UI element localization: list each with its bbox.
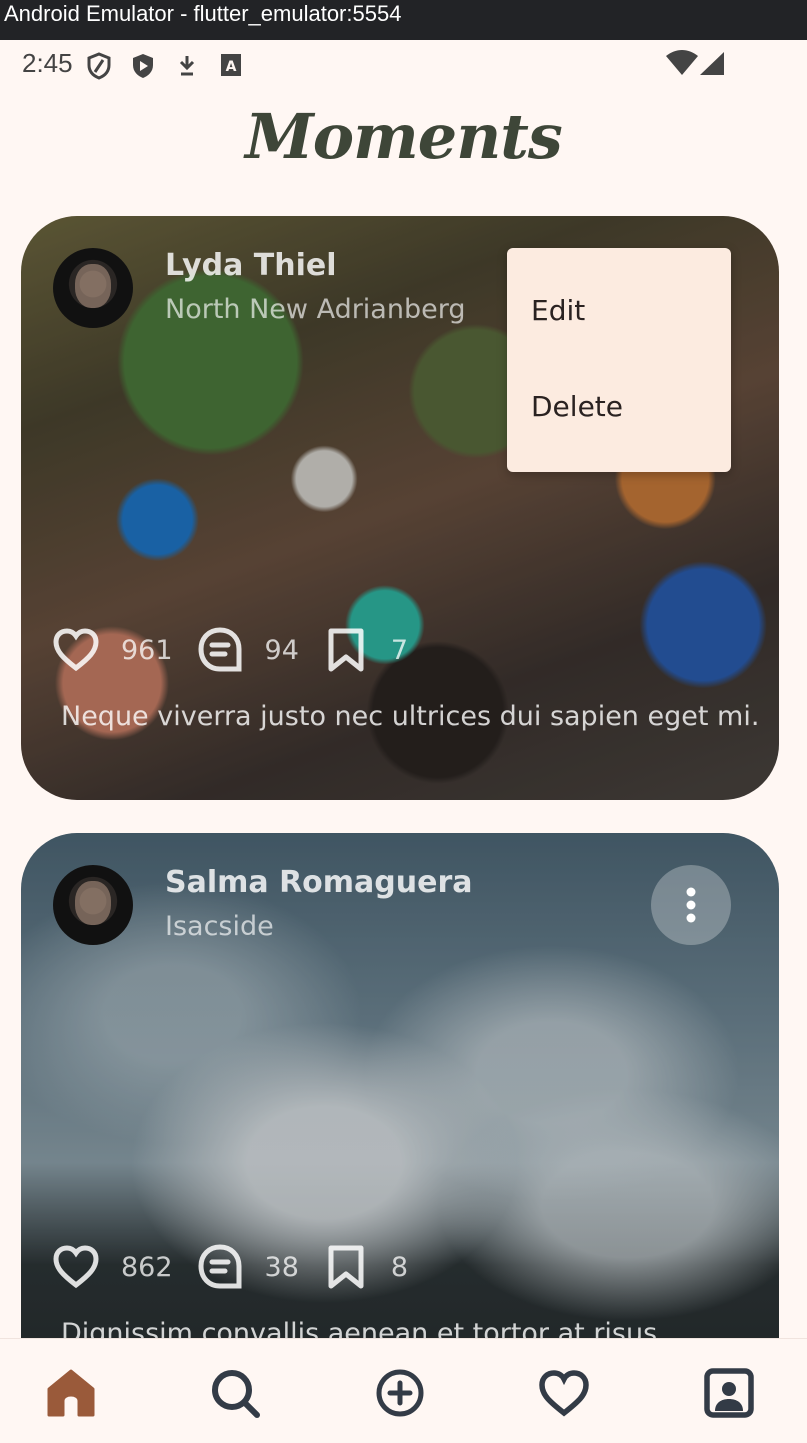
- download-icon: [179, 56, 195, 76]
- play-protect-icon: [133, 54, 153, 78]
- svg-text:A: A: [226, 59, 237, 75]
- window-title: Android Emulator - flutter_emulator:5554: [4, 1, 402, 26]
- avatar[interactable]: [53, 865, 133, 945]
- heart-icon[interactable]: [51, 625, 101, 675]
- search-icon[interactable]: [207, 1365, 263, 1421]
- shield-icon: [87, 52, 111, 80]
- home-icon[interactable]: [43, 1365, 99, 1421]
- app-title: Moments: [245, 100, 563, 173]
- post-options-menu: Edit Delete: [507, 248, 731, 472]
- more-options-button[interactable]: [651, 865, 731, 945]
- avatar[interactable]: [53, 248, 133, 328]
- like-count: 961: [121, 634, 173, 666]
- bookmark-icon[interactable]: [321, 625, 371, 675]
- post-stats: 961 94 7: [51, 626, 430, 674]
- comment-count: 94: [264, 634, 299, 666]
- post-user-name[interactable]: Lyda Thiel: [165, 248, 337, 283]
- save-count: 8: [390, 1251, 409, 1283]
- status-bar: 2:45 A: [0, 40, 807, 90]
- keyboard-a-icon: A: [221, 54, 241, 76]
- delete-menu-item[interactable]: Delete: [531, 390, 623, 423]
- emulator-title-bar: Android Emulator - flutter_emulator:5554: [0, 0, 807, 40]
- add-icon[interactable]: [372, 1365, 428, 1421]
- save-count: 7: [390, 634, 409, 666]
- edit-menu-item[interactable]: Edit: [531, 294, 585, 327]
- bottom-nav: [0, 1338, 807, 1443]
- favorite-icon[interactable]: [536, 1365, 592, 1421]
- heart-icon[interactable]: [51, 1242, 101, 1292]
- post-user-name[interactable]: Salma Romaguera: [165, 865, 473, 900]
- post-stats: 862 38 8: [51, 1243, 430, 1291]
- bookmark-icon[interactable]: [321, 1242, 371, 1292]
- like-count: 862: [121, 1251, 173, 1283]
- post-location: Isacside: [165, 911, 274, 942]
- comment-icon[interactable]: [195, 1242, 245, 1292]
- more-vert-icon: [686, 887, 696, 923]
- comment-icon[interactable]: [195, 625, 245, 675]
- profile-icon[interactable]: [701, 1365, 757, 1421]
- post-location: North New Adrianberg: [165, 294, 466, 325]
- wifi-icon: [666, 50, 698, 75]
- post-caption: Neque viverra justo nec ultrices dui sap…: [61, 701, 760, 732]
- status-time: 2:45: [22, 48, 73, 78]
- signal-icon: [700, 52, 724, 75]
- comment-count: 38: [264, 1251, 299, 1283]
